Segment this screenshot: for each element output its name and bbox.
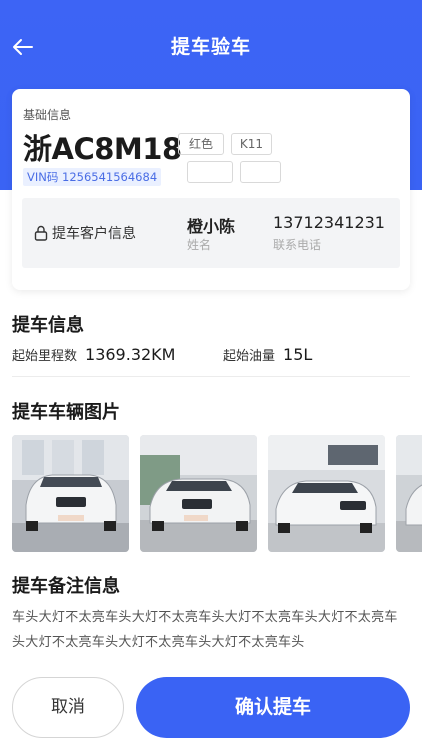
model-tag: K11 — [231, 133, 272, 155]
empty-tag — [240, 161, 281, 183]
license-plate: 浙AC8M18 — [23, 132, 182, 166]
vehicle-photo[interactable] — [396, 435, 422, 552]
remarks-text: 车头大灯不太亮车头大灯不太亮车头大灯不太亮车头大灯不太亮车头大灯不太亮车头大灯不… — [12, 610, 398, 650]
confirm-pickup-button[interactable]: 确认提车 — [136, 677, 410, 738]
customer-name: 橙小陈 — [187, 217, 236, 236]
mileage-row: 起始里程数 1369.32KM — [12, 345, 175, 364]
divider — [12, 376, 410, 377]
customer-phone[interactable]: 13712341231 — [273, 213, 385, 232]
name-caption: 姓名 — [187, 238, 212, 252]
color-tag: 红色 — [178, 133, 224, 155]
vehicle-photo[interactable] — [140, 435, 257, 552]
mileage-value: 1369.32KM — [85, 345, 176, 364]
lock-icon — [34, 225, 48, 241]
remarks-title: 提车备注信息 — [12, 576, 120, 597]
customer-label: 提车客户信息 — [52, 226, 136, 242]
vehicle-card: 基础信息 浙AC8M18 红色 K11 VIN码 1256541564684 提… — [12, 89, 410, 290]
empty-tag — [187, 161, 233, 183]
vin-badge: VIN码 1256541564684 — [23, 168, 162, 186]
vehicle-photo[interactable] — [268, 435, 385, 552]
cancel-button[interactable]: 取消 — [12, 677, 124, 738]
page-title: 提车验车 — [170, 36, 251, 58]
fuel-label: 起始油量 — [223, 349, 276, 364]
fuel-value: 15L — [283, 345, 313, 364]
photos-title: 提车车辆图片 — [12, 402, 120, 423]
pickup-info-title: 提车信息 — [12, 315, 84, 336]
phone-caption: 联系电话 — [273, 238, 322, 252]
customer-panel: 提车客户信息 橙小陈 姓名 13712341231 联系电话 — [22, 198, 400, 268]
photo-strip — [12, 435, 422, 552]
mileage-label: 起始里程数 — [12, 349, 78, 364]
vehicle-photo[interactable] — [12, 435, 129, 552]
basic-info-label: 基础信息 — [23, 108, 72, 122]
fuel-row: 起始油量 15L — [223, 345, 312, 364]
